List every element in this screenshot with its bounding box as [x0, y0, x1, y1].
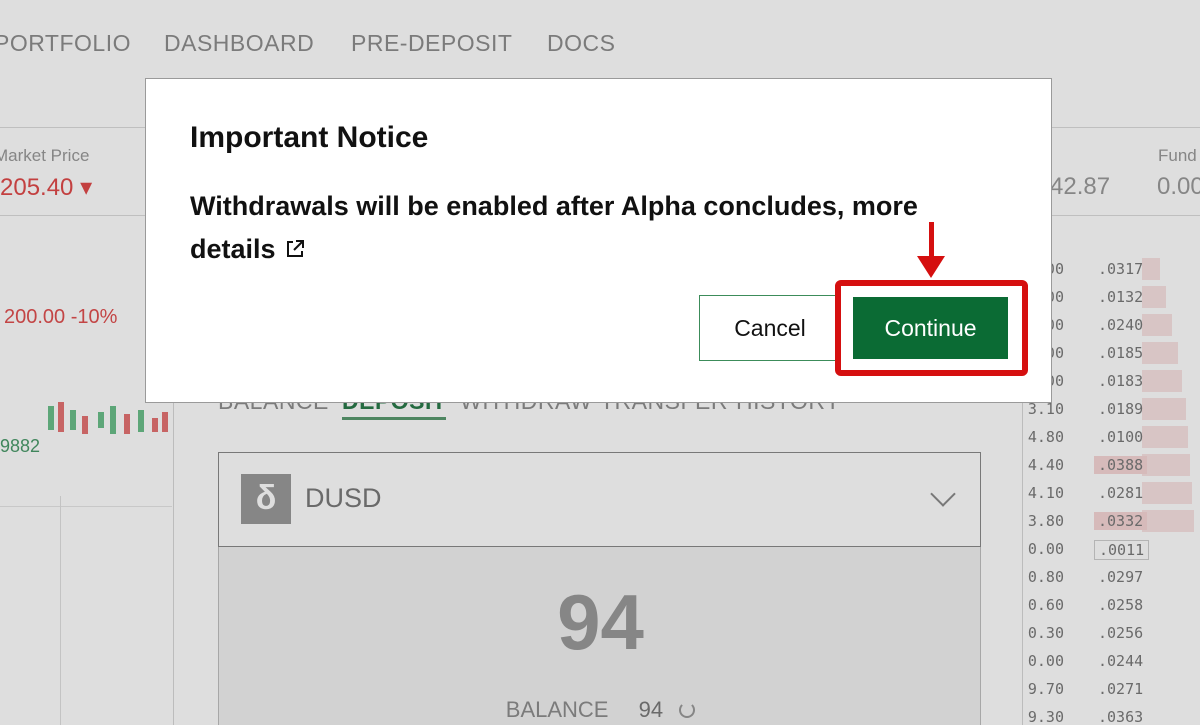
annotation-highlight-box [835, 280, 1028, 376]
dialog-message: Withdrawals will be enabled after Alpha … [190, 185, 990, 273]
cancel-button[interactable]: Cancel [699, 295, 841, 361]
annotation-arrowhead-icon [917, 256, 945, 278]
external-link-icon[interactable] [284, 230, 306, 273]
annotation-arrow-icon [929, 222, 934, 260]
dialog-title: Important Notice [190, 121, 429, 154]
